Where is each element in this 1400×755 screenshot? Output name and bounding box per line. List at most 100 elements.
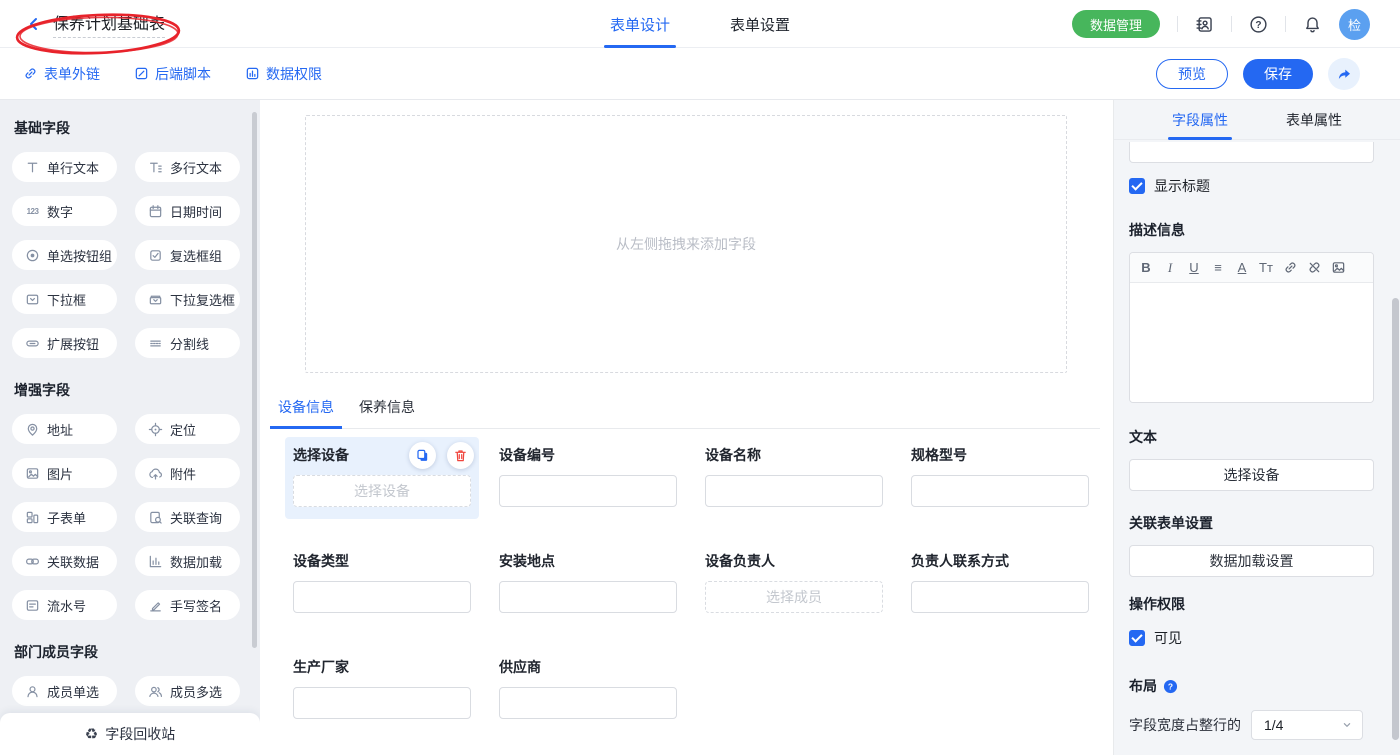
form-field[interactable]: 生产厂家 <box>285 649 479 731</box>
attachment-icon <box>148 466 163 481</box>
field-input[interactable] <box>911 581 1089 613</box>
toolbar-link[interactable]: 后端脚本 <box>134 64 211 84</box>
sidebar-field-item[interactable]: 单选按钮组 <box>12 240 117 270</box>
sidebar-field-item[interactable]: 扩展按钮 <box>12 328 117 358</box>
share-button[interactable] <box>1328 58 1360 90</box>
sidebar-field-item[interactable]: 复选框组 <box>135 240 240 270</box>
field-input[interactable] <box>705 475 883 507</box>
form-field[interactable]: 安装地点 <box>491 543 685 625</box>
panel-tabs: 字段属性 表单属性 <box>1114 100 1400 140</box>
form-canvas: 从左侧拖拽来添加字段 设备信息保养信息 选择设备 选择设备设备编号 设备名称 规… <box>260 100 1113 755</box>
form-field[interactable]: 供应商 <box>491 649 685 731</box>
sidebar-field-item[interactable]: 定位 <box>135 414 240 444</box>
sidebar-field-item[interactable]: 手写签名 <box>135 590 240 620</box>
data-load-settings-button[interactable]: 数据加载设置 <box>1129 545 1374 577</box>
field-input[interactable] <box>293 687 471 719</box>
field-recycle-bin-button[interactable]: ♻ 字段回收站 <box>0 713 260 755</box>
align-icon[interactable]: ≡ <box>1206 253 1230 283</box>
layout-help-icon[interactable]: ? <box>1163 679 1178 694</box>
field-input[interactable] <box>293 581 471 613</box>
sidebar-field-item[interactable]: 地址 <box>12 414 117 444</box>
field-title-input-partial[interactable] <box>1129 142 1374 163</box>
dropzone-hint: 从左侧拖拽来添加字段 <box>616 234 756 254</box>
field-input[interactable] <box>911 475 1089 507</box>
header-tab[interactable]: 表单设计 <box>610 0 670 48</box>
form-field[interactable]: 设备名称 <box>697 437 891 519</box>
form-field[interactable]: 设备编号 <box>491 437 685 519</box>
contact-book-icon[interactable] <box>1195 15 1214 34</box>
unlink-icon[interactable] <box>1302 253 1326 283</box>
sidebar-field-item[interactable]: 子表单 <box>12 502 117 532</box>
sidebar-pill-grid: 成员单选成员多选 <box>12 676 260 706</box>
sidebar-field-item[interactable]: 附件 <box>135 458 240 488</box>
field-input[interactable] <box>499 687 677 719</box>
font-color-icon[interactable]: A <box>1230 253 1254 283</box>
insert-image-icon[interactable] <box>1326 253 1350 283</box>
header-tab[interactable]: 表单设置 <box>730 0 790 48</box>
data-permission-icon <box>245 66 260 81</box>
locate-icon <box>148 422 163 437</box>
sidebar-field-item[interactable]: 流水号 <box>12 590 117 620</box>
field-label: 设备名称 <box>705 446 883 465</box>
underline-icon[interactable]: U <box>1182 253 1206 283</box>
form-field[interactable]: 负责人联系方式 <box>903 543 1097 625</box>
data-manage-button[interactable]: 数据管理 <box>1072 10 1160 38</box>
sidebar-field-item[interactable]: 成员单选 <box>12 676 117 706</box>
sidebar-field-item[interactable]: 日期时间 <box>135 196 240 226</box>
save-button[interactable]: 保存 <box>1243 59 1313 89</box>
form-field[interactable]: 设备类型 <box>285 543 479 625</box>
field-input[interactable] <box>499 581 677 613</box>
sidebar-field-item[interactable]: 数据加载 <box>135 546 240 576</box>
sidebar-field-item[interactable]: 单行文本 <box>12 152 117 182</box>
sidebar-field-item[interactable]: 下拉框 <box>12 284 117 314</box>
bold-icon[interactable]: B <box>1134 253 1158 283</box>
header-right: 数据管理 ? 检 <box>1072 0 1400 48</box>
sidebar-field-label: 分割线 <box>170 334 209 353</box>
canvas-group-tab[interactable]: 设备信息 <box>270 397 342 428</box>
panel-tab[interactable]: 字段属性 <box>1172 100 1228 139</box>
sidebar-field-item[interactable]: 图片 <box>12 458 117 488</box>
form-field[interactable]: 规格型号 <box>903 437 1097 519</box>
field-input[interactable] <box>499 475 677 507</box>
visible-checkbox-row[interactable]: 可见 <box>1129 628 1374 648</box>
single-line-text-icon <box>25 160 40 175</box>
sidebar-field-label: 单选按钮组 <box>47 246 112 265</box>
link-icon[interactable] <box>1278 253 1302 283</box>
description-textarea[interactable] <box>1130 283 1373 402</box>
field-input[interactable]: 选择设备 <box>293 475 471 507</box>
layout-width-select[interactable]: 1/4 <box>1251 710 1363 740</box>
avatar[interactable]: 检 <box>1339 9 1370 40</box>
delete-field-button[interactable] <box>447 442 474 469</box>
canvas-group-tab[interactable]: 保养信息 <box>351 397 423 428</box>
sidebar-field-item[interactable]: 123数字 <box>12 196 117 226</box>
sidebar-field-item[interactable]: 成员多选 <box>135 676 240 706</box>
dropzone[interactable]: 从左侧拖拽来添加字段 <box>305 115 1067 373</box>
preview-button[interactable]: 预览 <box>1156 59 1228 89</box>
copy-field-button[interactable] <box>409 442 436 469</box>
toolbar-link[interactable]: 数据权限 <box>245 64 322 84</box>
sidebar-field-item[interactable]: 下拉复选框 <box>135 284 240 314</box>
field-input[interactable]: 选择成员 <box>705 581 883 613</box>
form-field[interactable]: 选择设备 选择设备 <box>285 437 479 519</box>
italic-icon[interactable]: I <box>1158 253 1182 283</box>
notification-bell-icon[interactable] <box>1303 15 1322 34</box>
sidebar-field-item[interactable]: 多行文本 <box>135 152 240 182</box>
sidebar-field-item[interactable]: 关联数据 <box>12 546 117 576</box>
description-editor: BIU≡ATт <box>1129 252 1374 403</box>
checkbox-checked-icon[interactable] <box>1129 178 1145 194</box>
font-size-icon[interactable]: Tт <box>1254 253 1278 283</box>
form-field[interactable]: 设备负责人 选择成员 <box>697 543 891 625</box>
field-actions <box>409 442 474 469</box>
panel-tab[interactable]: 表单属性 <box>1286 100 1342 139</box>
sidebar-field-item[interactable]: 关联查询 <box>135 502 240 532</box>
sidebar-scrollbar[interactable] <box>252 112 257 648</box>
window-scrollbar[interactable] <box>1392 298 1399 740</box>
help-icon[interactable]: ? <box>1249 15 1268 34</box>
show-title-checkbox-row[interactable]: 显示标题 <box>1129 176 1374 196</box>
sidebar-field-item[interactable]: 分割线 <box>135 328 240 358</box>
select-device-button[interactable]: 选择设备 <box>1129 459 1374 491</box>
serial-number-icon <box>25 598 40 613</box>
sidebar-sections: 基础字段单行文本多行文本123数字日期时间单选按钮组复选框组下拉框下拉复选框扩展… <box>0 100 260 750</box>
checkbox-checked-icon[interactable] <box>1129 630 1145 646</box>
toolbar-link[interactable]: 表单外链 <box>23 64 100 84</box>
